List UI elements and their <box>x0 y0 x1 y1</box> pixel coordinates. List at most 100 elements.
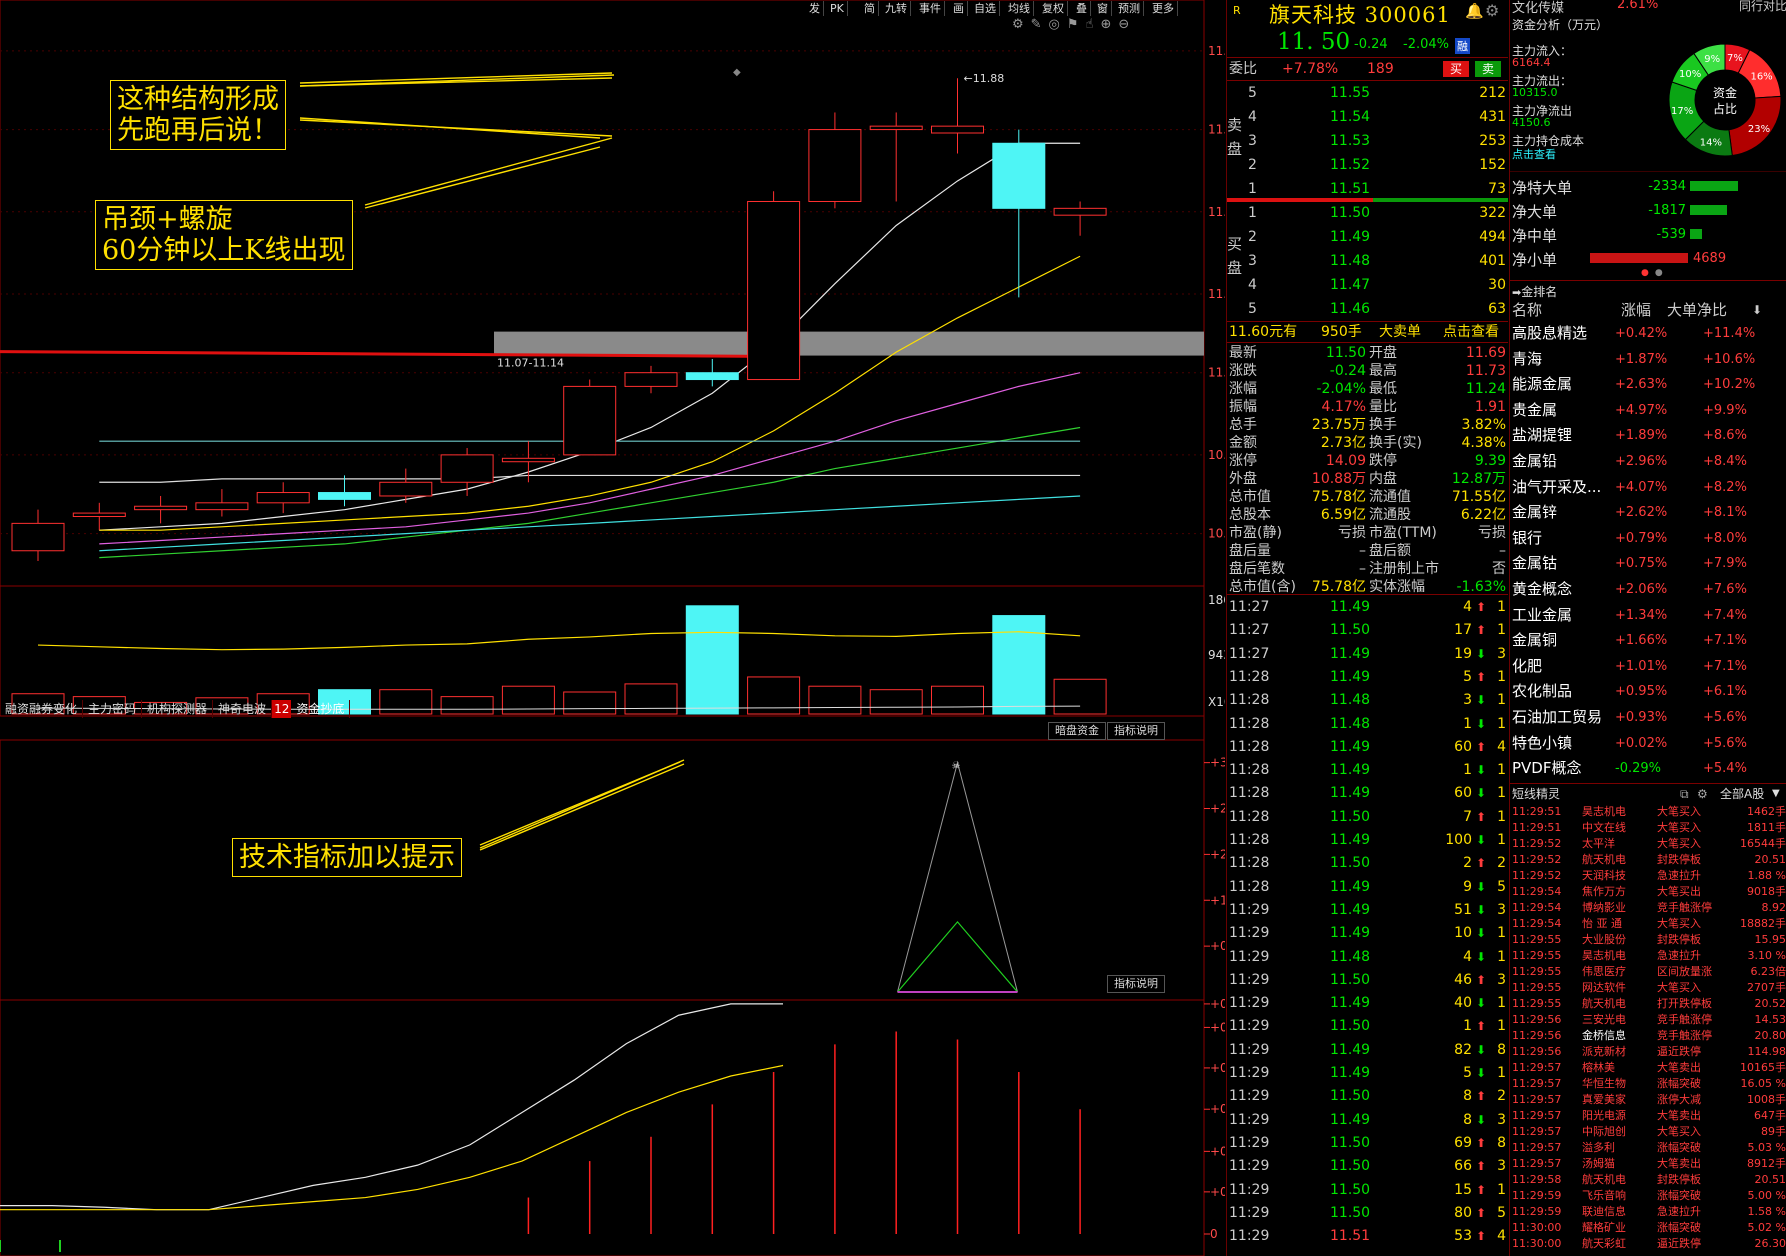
toolbar-item[interactable]: 均线 <box>1005 1 1034 16</box>
bid-row[interactable]: 1 11.50 322 <box>1227 202 1508 225</box>
tick-row[interactable]: 11:28 11.49 60 ⬇ 1 <box>1227 782 1508 805</box>
candle[interactable] <box>869 112 923 202</box>
toolbar-item[interactable]: 预测 <box>1115 1 1144 16</box>
bid-row[interactable]: 4 11.47 30 <box>1227 274 1508 297</box>
rank-row[interactable]: 化肥 +1.01% +7.1% <box>1510 655 1786 678</box>
short-line-row[interactable]: 11:29:57 榕林美 大笔卖出 10165手 <box>1510 1060 1786 1076</box>
toolbar-item[interactable]: 九转 <box>882 1 911 16</box>
bid-row[interactable]: 2 11.49 494 <box>1227 226 1508 249</box>
tick-row[interactable]: 11:28 11.49 60 ⬆ 4 <box>1227 736 1508 759</box>
bid-row[interactable]: 3 11.48 401 <box>1227 250 1508 273</box>
rank-header-ratio[interactable]: 大单净比 <box>1667 299 1727 321</box>
short-line-row[interactable]: 11:29:54 怡 亚 通 大笔买入 18882手 <box>1510 916 1786 932</box>
short-line-row[interactable]: 11:29:56 派克新材 逼近跌停 114.98 <box>1510 1044 1786 1060</box>
big-order-row[interactable]: 11.60元有 950手 大卖单 点击查看 <box>1229 322 1508 342</box>
tick-row[interactable]: 11:28 11.48 1 ⬇ 1 <box>1227 713 1508 736</box>
ask-row[interactable]: 3 11.53 253 <box>1227 130 1508 153</box>
toolbar-item[interactable]: PK <box>827 1 848 16</box>
tick-row[interactable]: 11:28 11.49 100 ⬇ 1 <box>1227 829 1508 852</box>
tick-row[interactable]: 11:27 11.50 17 ⬆ 1 <box>1227 619 1508 642</box>
tick-row[interactable]: 11:28 11.49 9 ⬇ 5 <box>1227 876 1508 899</box>
rank-row[interactable]: 油气开采及... +4.07% +8.2% <box>1510 476 1786 499</box>
rank-row[interactable]: 金属钴 +0.75% +7.9% <box>1510 552 1786 575</box>
fund-value[interactable]: 点击查看 <box>1512 146 1556 162</box>
short-line-filter[interactable]: 全部A股 <box>1720 785 1764 803</box>
candle[interactable] <box>563 379 617 456</box>
tick-row[interactable]: 11:29 11.50 46 ⬆ 3 <box>1227 969 1508 992</box>
indicator-tab[interactable]: 主力密码 <box>83 700 143 718</box>
tick-row[interactable]: 11:29 11.50 1 ⬆ 1 <box>1227 1015 1508 1038</box>
toolbar-item[interactable]: 复权 <box>1039 1 1068 16</box>
rank-row[interactable]: 石油加工贸易 +0.93% +5.6% <box>1510 706 1786 729</box>
dark-fund-button[interactable]: 暗盘资金 <box>1048 722 1106 740</box>
short-line-row[interactable]: 11:29:57 中际旭创 大笔买入 89手 <box>1510 1124 1786 1140</box>
candle[interactable] <box>440 448 494 496</box>
tick-row[interactable]: 11:29 11.50 80 ⬆ 5 <box>1227 1202 1508 1225</box>
short-line-row[interactable]: 11:29:55 航天机电 打开跌停板 20.52 <box>1510 996 1786 1012</box>
short-line-row[interactable]: 11:29:52 太平洋 大笔买入 16544手 <box>1510 836 1786 852</box>
short-line-row[interactable]: 11:29:56 三安光电 竞手触涨停 14.53 <box>1510 1012 1786 1028</box>
candle[interactable] <box>11 509 65 562</box>
rank-row[interactable]: 贵金属 +4.97% +9.9% <box>1510 399 1786 422</box>
candle[interactable] <box>624 365 678 394</box>
short-line-row[interactable]: 11:29:55 伟思医疗 区间放量涨 6.23倍 <box>1510 964 1786 980</box>
short-line-row[interactable]: 11:29:56 金桥信息 竞手触涨停 20.80 <box>1510 1028 1786 1044</box>
tick-row[interactable]: 11:29 11.49 40 ⬇ 1 <box>1227 992 1508 1015</box>
rank-row[interactable]: 特色小镇 +0.02% +5.6% <box>1510 732 1786 755</box>
short-line-row[interactable]: 11:29:55 网达软件 大笔买入 2707手 <box>1510 980 1786 996</box>
candle[interactable] <box>747 191 801 381</box>
short-line-row[interactable]: 11:29:57 真爱美家 涨停大减 1008手 <box>1510 1092 1786 1108</box>
tick-row[interactable]: 11:29 11.49 8 ⬇ 3 <box>1227 1109 1508 1132</box>
gear-icon[interactable]: ⚙ <box>1485 1 1499 20</box>
tick-row[interactable]: 11:28 11.48 3 ⬇ 1 <box>1227 689 1508 712</box>
tick-row[interactable]: 11:29 11.49 10 ⬇ 1 <box>1227 922 1508 945</box>
candle[interactable] <box>992 129 1046 298</box>
tick-row[interactable]: 11:28 11.49 1 ⬇ 1 <box>1227 759 1508 782</box>
rank-header-name[interactable]: 名称 <box>1512 299 1542 321</box>
tick-row[interactable]: 11:27 11.49 19 ⬇ 3 <box>1227 643 1508 666</box>
candle[interactable] <box>1053 201 1107 236</box>
short-line-row[interactable]: 11:29:52 航天机电 封跌停板 20.51 <box>1510 852 1786 868</box>
kline-chart-panel[interactable]: 11.96 11.73 11.49 11.25 11.02 10.78 10.55 11.07… <box>0 0 1225 1256</box>
short-line-row[interactable]: 11:29:57 华恒生物 涨幅突破 16.05 % <box>1510 1076 1786 1092</box>
ask-row[interactable]: 4 11.54 431 <box>1227 106 1508 129</box>
short-line-row[interactable]: 11:29:54 焦作万方 大笔买出 9018手 <box>1510 884 1786 900</box>
tick-row[interactable]: 11:29 11.49 82 ⬇ 8 <box>1227 1039 1508 1062</box>
candle[interactable] <box>685 359 739 387</box>
toolbar-item[interactable]: 自选 <box>971 1 1000 16</box>
rank-row[interactable]: 工业金属 +1.34% +7.4% <box>1510 604 1786 627</box>
short-line-row[interactable]: 11:29:57 溢多利 涨幅突破 5.03 % <box>1510 1140 1786 1156</box>
toolbar-item[interactable]: 叠 <box>1073 1 1091 16</box>
indicator-explain-button[interactable]: 指标说明 <box>1107 722 1165 740</box>
rank-header-pct[interactable]: 涨幅 <box>1621 299 1651 321</box>
candle[interactable] <box>931 78 984 154</box>
tick-row[interactable]: 11:29 11.48 4 ⬇ 1 <box>1227 946 1508 969</box>
short-line-row[interactable]: 11:30:00 耀格矿业 涨幅突破 5.02 % <box>1510 1220 1786 1236</box>
tick-row[interactable]: 11:28 11.50 2 ⬆ 2 <box>1227 852 1508 875</box>
rank-row[interactable]: 金属铜 +1.66% +7.1% <box>1510 629 1786 652</box>
rank-row[interactable]: 能源金属 +2.63% +10.2% <box>1510 373 1786 396</box>
rank-row[interactable]: 银行 +0.79% +8.0% <box>1510 527 1786 550</box>
chevron-down-icon[interactable]: ▼ <box>1772 785 1780 803</box>
candle[interactable] <box>379 468 433 503</box>
tick-row[interactable]: 11:29 11.51 53 ⬆ 4 <box>1227 1225 1508 1248</box>
indicator-tab[interactable]: 融资融券变化 <box>0 700 84 718</box>
short-line-row[interactable]: 11:29:55 大业股份 封跌停板 15.95 <box>1510 932 1786 948</box>
sell-button[interactable]: 卖 <box>1475 61 1501 77</box>
short-line-row[interactable]: 11:29:58 航天机电 封跌停板 20.51 <box>1510 1172 1786 1188</box>
indicator-tab-active[interactable]: 资金抄底 <box>291 700 351 718</box>
toolbar-item[interactable]: 窗 <box>1094 1 1112 16</box>
short-line-row[interactable]: 11:29:57 阳光电源 大笔卖出 647手 <box>1510 1108 1786 1124</box>
big-order-link[interactable]: 点击查看 <box>1443 322 1499 342</box>
candle[interactable] <box>256 482 310 514</box>
toolbar-item[interactable]: 画 <box>950 1 968 16</box>
toolbar-item[interactable]: 事件 <box>916 1 945 16</box>
short-line-row[interactable]: 11:29:51 昊志机电 大笔买入 1462手 <box>1510 804 1786 820</box>
rank-row[interactable]: 金属锌 +2.62% +8.1% <box>1510 501 1786 524</box>
ask-row[interactable]: 5 11.55 212 <box>1227 82 1508 105</box>
tick-row[interactable]: 11:29 11.50 8 ⬆ 2 <box>1227 1085 1508 1108</box>
short-line-row[interactable]: 11:29:54 博纳影业 竞手触涨停 8.92 <box>1510 900 1786 916</box>
tick-row[interactable]: 11:29 11.49 5 ⬇ 1 <box>1227 1062 1508 1085</box>
expand-icon[interactable]: ⧉ <box>1680 785 1689 803</box>
candle[interactable] <box>195 489 249 517</box>
